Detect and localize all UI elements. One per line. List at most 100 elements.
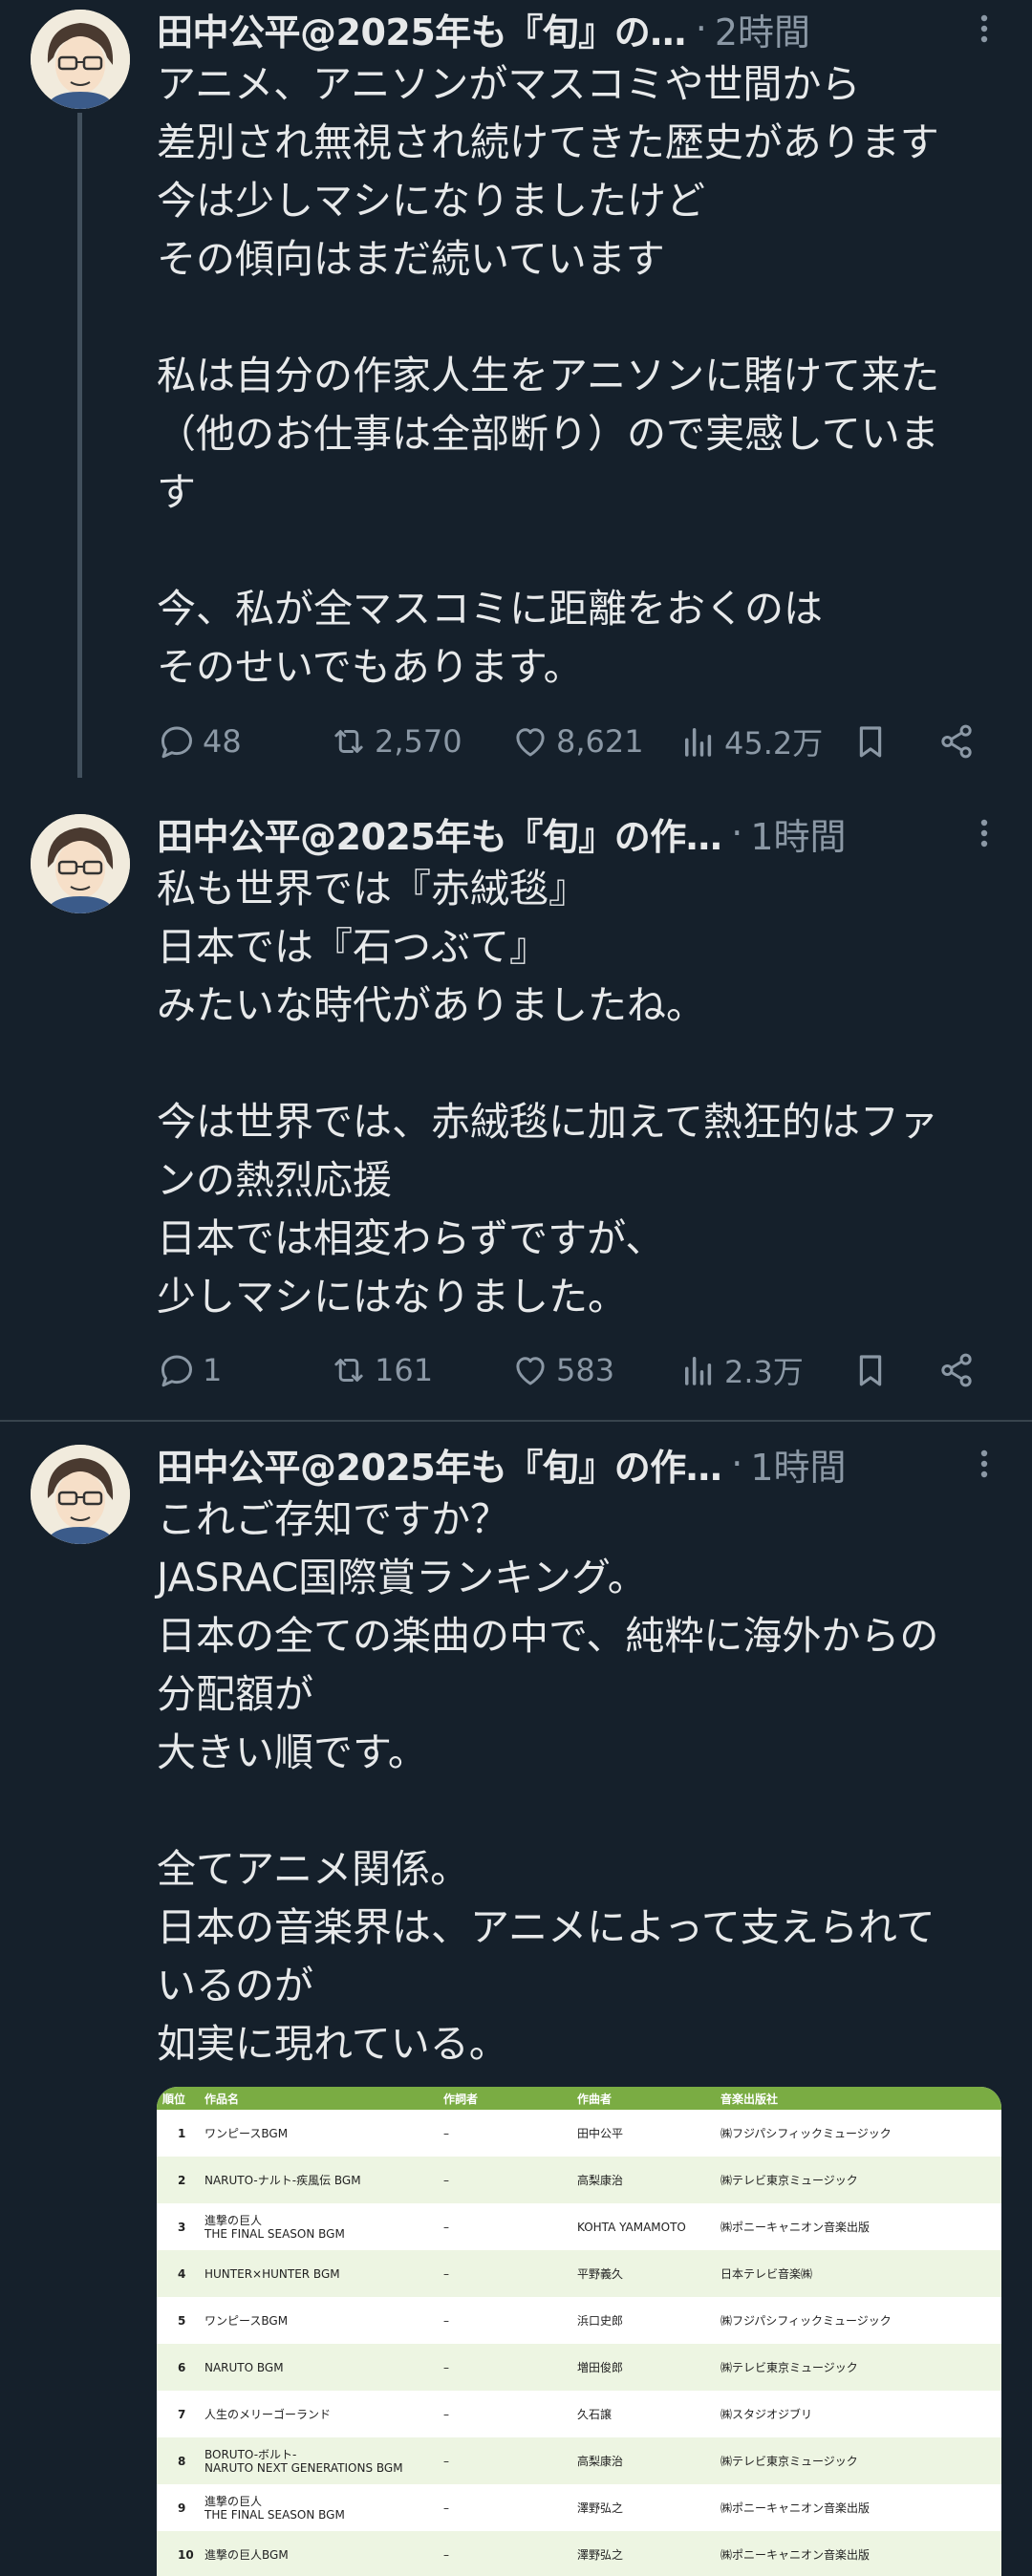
avatar[interactable] <box>31 814 130 913</box>
repost-button[interactable]: 2,570 <box>329 713 462 770</box>
publisher-cell: ㈱テレビ東京ミュージック <box>720 2173 858 2187</box>
like-count: 8,621 <box>556 723 644 760</box>
publisher-cell: ㈱テレビ東京ミュージック <box>720 2360 858 2374</box>
views-icon <box>685 1357 712 1385</box>
repost-button[interactable]: 161 <box>329 1342 433 1399</box>
work-cell: 人生のメリーゴーランド <box>204 2407 332 2421</box>
work-cell: NARUTO BGM <box>204 2360 284 2374</box>
more-icon[interactable] <box>965 814 1003 852</box>
separator-dot: · <box>731 1443 743 1485</box>
rank-cell: 4 <box>178 2266 186 2281</box>
share-icon <box>941 724 972 759</box>
tweet-text: アニメ、アニソンがマスコミや世間から 差別され無視され続けてきた歴史があります … <box>157 61 940 690</box>
like-button[interactable]: 8,621 <box>510 713 644 770</box>
rank-cell: 3 <box>178 2220 186 2234</box>
share-button[interactable] <box>936 713 982 770</box>
reply-count: 1 <box>203 1352 223 1388</box>
separator-dot: · <box>731 812 743 854</box>
tweet-header: 田中公平@2025年も『旬』の作… · 1時間 <box>157 806 1003 860</box>
table-row: 9 進撃の巨人 THE FINAL SEASON BGM – 澤野弘之 ㈱ポニーキャニオ… <box>157 2484 1001 2531</box>
table-row: 10 進撃の巨人BGM – 澤野弘之 ㈱ポニーキャニオン音楽出版 <box>157 2531 1001 2576</box>
like-button[interactable]: 583 <box>510 1342 614 1399</box>
lyricist-cell: – <box>443 2313 449 2328</box>
like-icon <box>516 728 545 757</box>
views-icon <box>685 728 712 757</box>
rank-cell: 7 <box>178 2407 186 2421</box>
publisher-cell: ㈱フジパシフィックミュージック <box>720 2313 892 2328</box>
reply-button[interactable]: 48 <box>157 713 242 770</box>
work-cell: 進撃の巨人BGM <box>204 2547 289 2562</box>
repost-icon <box>334 730 363 753</box>
view-count: 45.2万 <box>724 725 824 762</box>
table-row: 6 NARUTO BGM – 増田俊郎 ㈱テレビ東京ミュージック <box>157 2344 1001 2391</box>
lyricist-cell: – <box>443 2173 449 2187</box>
separator-dot: · <box>695 8 707 50</box>
publisher-cell: ㈱テレビ東京ミュージック <box>720 2454 858 2468</box>
work-cell: BORUTO-ボルト- NARUTO NEXT GENERATIONS BGM <box>204 2447 403 2475</box>
author-name[interactable]: 田中公平@2025年も『旬』の作… <box>157 1438 722 1491</box>
rank-cell: 6 <box>178 2360 186 2374</box>
author-name[interactable]: 田中公平@2025年も『旬』の作… <box>157 807 722 860</box>
tweet-1[interactable]: 田中公平@2025年も『旬』の… · 2時間 アニメ、アニソンがマスコミや世間か… <box>0 0 1032 785</box>
table-row: 2 NARUTO-ナルト-疾風伝 BGM – 高梨康治 ㈱テレビ東京ミュージック <box>157 2157 1001 2203</box>
composer-cell: 澤野弘之 <box>577 2547 624 2562</box>
more-icon[interactable] <box>965 10 1003 48</box>
table-row: 1 ワンピースBGM – 田中公平 ㈱フジパシフィックミュージック <box>157 2110 1001 2157</box>
composer-cell: 増田俊郎 <box>577 2360 624 2374</box>
timestamp[interactable]: 1時間 <box>750 807 846 860</box>
table-row: 3 進撃の巨人 THE FINAL SEASON BGM – KOHTA YAMAMO… <box>157 2203 1001 2250</box>
repost-icon <box>334 1359 363 1382</box>
composer-cell: 久石譲 <box>577 2407 613 2421</box>
work-cell: 進撃の巨人 THE FINAL SEASON BGM <box>204 2494 345 2522</box>
lyricist-cell: – <box>443 2407 449 2421</box>
composer-cell: 浜口史郎 <box>577 2313 624 2328</box>
rank-cell: 9 <box>178 2501 186 2515</box>
tweet-header: 田中公平@2025年も『旬』の作… · 1時間 <box>157 1437 1003 1491</box>
share-icon <box>941 1353 972 1387</box>
repost-count: 161 <box>375 1352 434 1388</box>
tweet-header: 田中公平@2025年も『旬』の… · 2時間 <box>157 2 1003 55</box>
rank-cell: 8 <box>178 2454 186 2468</box>
more-icon[interactable] <box>965 1445 1003 1483</box>
reply-icon <box>161 1355 193 1387</box>
tweet-text: これご存知ですか？ JASRAC国際賞ランキング。 日本の全ての楽曲の中で、純粋… <box>157 1496 939 2067</box>
bookmark-button[interactable] <box>850 713 896 770</box>
timestamp[interactable]: 1時間 <box>750 1438 846 1491</box>
lyricist-cell: – <box>443 2501 449 2515</box>
like-count: 583 <box>556 1352 615 1388</box>
timestamp[interactable]: 2時間 <box>715 3 810 55</box>
publisher-cell: ㈱ポニーキャニオン音楽出版 <box>720 2501 871 2515</box>
table-header: 順位 作品名 作詞者 作曲者 音楽出版社 <box>157 2087 1001 2110</box>
work-cell: ワンピースBGM <box>204 2126 289 2140</box>
composer-cell: 高梨康治 <box>577 2173 624 2187</box>
composer-cell: 澤野弘之 <box>577 2501 624 2515</box>
bookmark-icon <box>859 726 882 758</box>
table-row: 7 人生のメリーゴーランド – 久石譲 ㈱スタジオジブリ <box>157 2391 1001 2437</box>
rank-cell: 2 <box>178 2173 186 2187</box>
publisher-cell: ㈱フジパシフィックミュージック <box>720 2126 892 2140</box>
table-body: 1 ワンピースBGM – 田中公平 ㈱フジパシフィックミュージック 2 NARUTO-ナルト… <box>157 2110 1001 2576</box>
tweet-text: 私も世界では『赤絨毯』 日本では『石つぶて』 みたいな時代がありましたね。 今は… <box>157 866 938 1320</box>
bookmark-button[interactable] <box>850 1342 896 1399</box>
views-button[interactable]: 45.2万 <box>678 713 823 770</box>
lyricist-cell: – <box>443 2266 449 2281</box>
composer-cell: 高梨康治 <box>577 2454 624 2468</box>
work-cell: ワンピースBGM <box>204 2313 289 2328</box>
views-button[interactable]: 2.3万 <box>678 1342 804 1399</box>
publisher-cell: ㈱ポニーキャニオン音楽出版 <box>720 2220 871 2234</box>
avatar[interactable] <box>31 1445 130 1544</box>
author-name[interactable]: 田中公平@2025年も『旬』の… <box>157 3 686 55</box>
composer-cell: 平野義久 <box>577 2266 624 2281</box>
composer-cell: KOHTA YAMAMOTO <box>577 2220 686 2234</box>
work-cell: NARUTO-ナルト-疾風伝 BGM <box>204 2173 361 2187</box>
reply-button[interactable]: 1 <box>157 1342 222 1399</box>
publisher-cell: ㈱ポニーキャニオン音楽出版 <box>720 2547 871 2562</box>
tweet-2[interactable]: 田中公平@2025年も『旬』の作… · 1時間 私も世界では『赤絨毯』 日本では… <box>0 805 1032 1416</box>
action-bar: 1 161 583 2.3万 <box>157 1342 998 1399</box>
publisher-cell: 日本テレビ音楽㈱ <box>720 2266 813 2281</box>
avatar[interactable] <box>31 10 130 109</box>
rank-cell: 1 <box>178 2126 186 2140</box>
share-button[interactable] <box>936 1342 982 1399</box>
attached-ranking-image[interactable]: 順位 作品名 作詞者 作曲者 音楽出版社 1 ワンピースBGM – 田中公平 ㈱フジパシ… <box>157 2087 1001 2576</box>
action-bar: 48 2,570 8,621 45.2万 <box>157 713 998 770</box>
